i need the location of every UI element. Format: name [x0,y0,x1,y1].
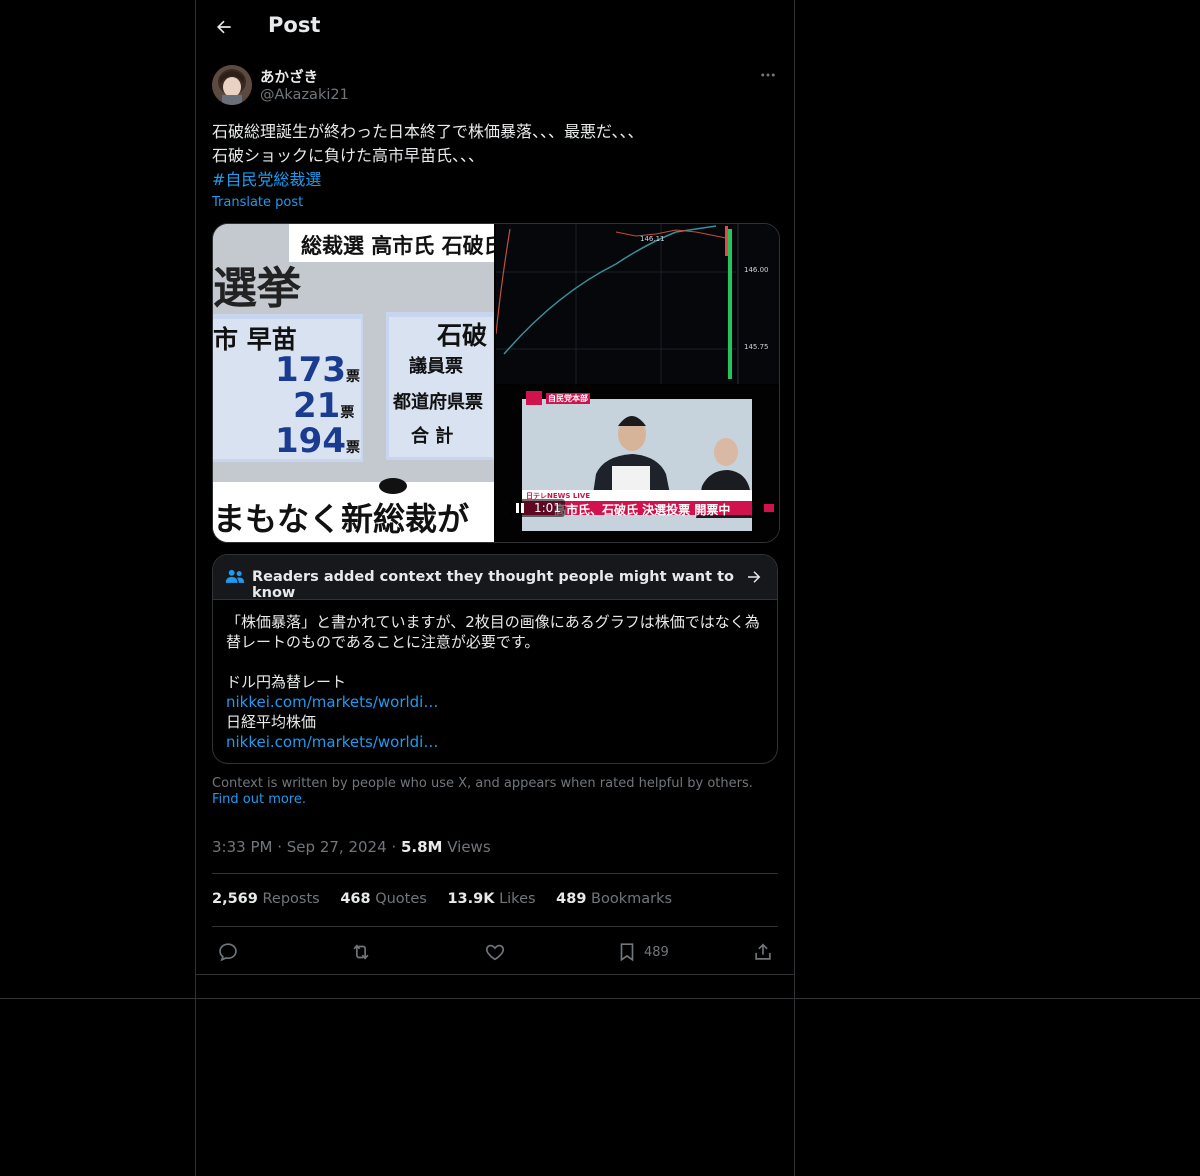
note-label: ドル円為替レート [226,673,347,691]
election-caption: まもなく新総裁が [213,500,470,538]
community-note-title: Readers added context they thought peopl… [252,569,734,601]
election-big-text: 選挙 [213,263,301,314]
video-frame-graphic [496,386,779,542]
vote-count: 173票 [275,350,360,390]
page-header: Post [196,0,794,54]
vote-count: 21票 [293,386,354,426]
share-button[interactable] [752,940,774,964]
header-divider [196,54,794,55]
note-label: 日経平均株価 [226,713,317,731]
hashtag-link[interactable]: #自民党総裁選 [212,170,321,189]
chart-axis-label: 146.00 [744,266,769,274]
reposts-stat[interactable]: 2,569 Reposts [212,891,320,907]
vote-label: 議員票 [409,356,463,377]
community-note-header[interactable]: Readers added context they thought peopl… [213,555,777,601]
media-grid: 総裁選 高市氏 石破氏 選挙 市 早苗 石破 173票 21票 194票 議員票… [212,223,780,543]
vote-unit: 票 [345,369,360,385]
engagement-stats: 2,569 Reposts 468 Quotes 13.9K Likes 489… [212,891,688,907]
quotes-stat[interactable]: 468 Quotes [340,891,427,907]
author-name[interactable]: あかざき [260,66,318,87]
share-icon [755,943,771,960]
avatar[interactable] [212,65,252,105]
post-date[interactable]: Sep 27, 2024 [287,838,387,856]
pause-icon[interactable] [514,502,526,514]
note-disclaimer: Context is written by people who use X, … [212,776,772,808]
arrow-left-icon [217,20,231,34]
meta-separator: · [391,838,401,856]
stat-label: Bookmarks [591,891,673,907]
post-bottom-divider [196,974,794,975]
video-lower-third: 高市氏、石破氏 決選投票 開票中 [554,503,731,517]
arrow-right-icon [748,571,761,583]
video-time: 1:01 [534,501,561,515]
media-video[interactable]: 自民党本部 日テレNEWS LIVE 高市氏、石破氏 決選投票 開票中 1:01 [496,386,779,542]
media-image-chart[interactable]: 146.11 146.00 145.75 [496,224,779,384]
actions-top-divider [212,926,778,927]
chart-top-label: 146.11 [640,235,665,243]
post-time[interactable]: 3:33 PM [212,838,272,856]
video-badge: 自民党本部 [546,393,590,404]
note-text-line: 替レートのものであることに注意が必要です。 [226,633,540,651]
post-meta: 3:33 PM · Sep 27, 2024 · 5.8M Views [212,838,491,856]
find-out-more-link[interactable]: Find out more. [212,792,306,807]
stat-number: 489 [556,891,587,907]
vote-label: 都道府県票 [393,392,483,413]
vote-number: 173 [275,350,346,390]
bottom-divider [0,998,1200,999]
post-line: 石破ショックに負けた高市早苗氏、、、 [212,146,485,165]
likes-stat[interactable]: 13.9K Likes [447,891,535,907]
election-banner: 総裁選 高市氏 石破氏 [301,234,494,258]
bookmark-count: 489 [644,944,669,960]
views-count: 5.8M [400,838,443,856]
video-controls: 1:01 [510,499,565,517]
stat-number: 2,569 [212,891,258,907]
community-note-body: 「株価暴落」と書かれていますが、2枚目の画像にあるグラフは株価ではなく為 替レー… [226,612,766,752]
stat-number: 468 [340,891,371,907]
more-options-button[interactable] [756,64,780,86]
stat-label: Quotes [375,891,427,907]
vote-unit: 票 [340,405,355,421]
media-image-election[interactable]: 総裁選 高市氏 石破氏 選挙 市 早苗 石破 173票 21票 194票 議員票… [213,224,494,542]
note-text-line: 「株価暴落」と書かれていますが、2枚目の画像にあるグラフは株価ではなく為 [226,613,760,631]
repost-button[interactable] [350,940,372,964]
back-button[interactable] [210,13,238,41]
community-note: Readers added context they thought peopl… [212,554,778,764]
disclaimer-text: Context is written by people who use X, … [212,776,753,791]
post-text: 石破総理誕生が終わった日本終了で株価暴落、、、最悪だ、、、 石破ショックに負けた… [212,120,778,192]
right-divider [794,0,795,1176]
meta-separator: · [277,838,287,856]
left-divider [195,0,196,1176]
action-bar: 489 [212,936,778,968]
bookmarks-stat[interactable]: 489 Bookmarks [556,891,672,907]
chart-axis-label: 145.75 [744,343,769,351]
vote-number: 21 [293,386,341,426]
vote-count: 194票 [275,421,360,461]
stat-label: Reposts [262,891,320,907]
bookmark-icon [620,943,634,962]
reply-button[interactable] [217,940,239,964]
post-line: 石破総理誕生が終わった日本終了で株価暴落、、、最悪だ、、、 [212,122,644,141]
note-link[interactable]: nikkei.com/markets/worldi… [226,692,766,712]
more-dots-icon [761,73,775,77]
people-icon [225,569,245,583]
stat-label: Likes [499,891,536,907]
vote-unit: 票 [345,440,360,456]
page-title: Post [268,13,321,37]
repost-icon [353,944,369,960]
note-link[interactable]: nikkei.com/markets/worldi… [226,732,766,752]
stat-number: 13.9K [447,891,495,907]
stats-top-divider [212,873,778,874]
author-handle[interactable]: @Akazaki21 [260,87,349,103]
views-label: Views [447,838,491,856]
bookmark-button[interactable]: 489 [616,940,669,964]
vote-number: 194 [275,421,346,461]
rate-chart-graphic [496,224,779,384]
vote-label: 合 計 [411,426,454,447]
reply-icon [219,943,237,962]
like-button[interactable] [484,940,506,964]
heart-icon [485,944,505,961]
candidate-right-name: 石破 [437,321,488,350]
translate-post-link[interactable]: Translate post [212,195,303,210]
avatar-image [212,65,252,105]
